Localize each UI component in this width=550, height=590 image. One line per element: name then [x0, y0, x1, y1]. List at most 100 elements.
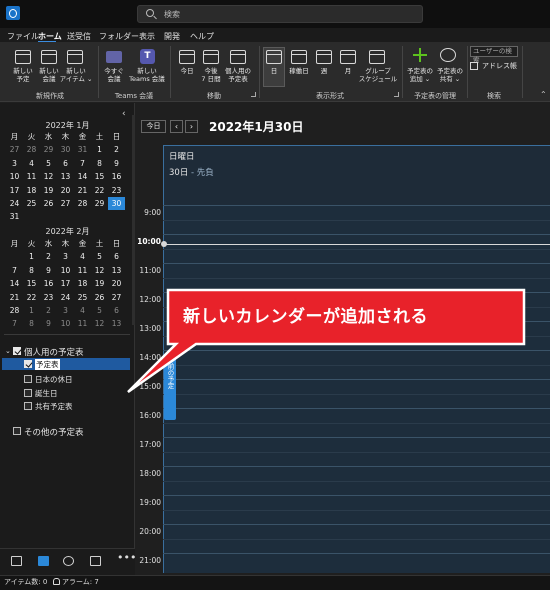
date-cell[interactable]: 1 [23, 250, 40, 263]
next-button[interactable]: › [185, 120, 198, 133]
date-cell[interactable]: 12 [91, 264, 108, 277]
meet-now-button[interactable]: 今すぐ 会議 [99, 67, 129, 83]
group-checkbox[interactable] [13, 427, 21, 435]
mail-icon[interactable] [11, 556, 22, 566]
date-cell[interactable]: 24 [6, 197, 23, 210]
date-cell[interactable]: 18 [74, 277, 91, 290]
calendar-checkbox[interactable] [24, 375, 32, 383]
date-cell[interactable]: 1 [91, 143, 108, 156]
date-cell[interactable]: 10 [6, 170, 23, 183]
address-book-button[interactable]: アドレス帳 [482, 61, 517, 71]
date-cell[interactable]: 5 [40, 157, 57, 170]
date-cell[interactable]: 11 [74, 264, 91, 277]
date-cell[interactable]: 2 [40, 250, 57, 263]
date-cell[interactable]: 24 [57, 291, 74, 304]
date-cell[interactable]: 4 [74, 304, 91, 317]
calendar-checkbox[interactable] [24, 360, 32, 368]
group-checkbox[interactable] [13, 347, 21, 355]
ribbon-collapse-icon[interactable]: ⌃ [540, 90, 547, 99]
date-cell[interactable]: 17 [57, 277, 74, 290]
personal-calendar-button[interactable]: 個人用の 予定表 [220, 67, 256, 83]
date-cell[interactable]: 17 [6, 184, 23, 197]
date-cell[interactable]: 1 [23, 304, 40, 317]
date-cell[interactable]: 20 [57, 184, 74, 197]
date-cell[interactable]: 31 [74, 143, 91, 156]
dialog-launcher-icon[interactable] [394, 92, 399, 97]
date-cell[interactable]: 14 [74, 170, 91, 183]
date-cell[interactable]: 10 [57, 317, 74, 330]
day-header[interactable] [163, 145, 550, 205]
date-cell[interactable]: 11 [23, 170, 40, 183]
date-cell[interactable]: 3 [6, 157, 23, 170]
date-cell[interactable]: 28 [6, 304, 23, 317]
date-cell[interactable]: 12 [40, 170, 57, 183]
tab-file[interactable]: ファイル [7, 31, 39, 42]
date-cell[interactable]: 28 [74, 197, 91, 210]
date-cell[interactable]: 9 [108, 157, 125, 170]
calendar-checkbox[interactable] [24, 402, 32, 410]
date-cell[interactable]: 22 [91, 184, 108, 197]
calendar-item-selected[interactable] [2, 358, 130, 370]
date-cell[interactable]: 7 [6, 264, 23, 277]
date-cell[interactable]: 8 [23, 264, 40, 277]
tab-send-receive[interactable]: 送受信 [67, 31, 91, 42]
date-cell[interactable]: 22 [23, 291, 40, 304]
calendar-item-label[interactable]: 予定表 [35, 359, 60, 370]
calendar-item-label[interactable]: 誕生日 [35, 388, 58, 399]
date-cell[interactable]: 16 [40, 277, 57, 290]
week-button[interactable]: 週 [314, 67, 334, 75]
date-cell[interactable]: 6 [57, 157, 74, 170]
date-cell[interactable]: 25 [74, 291, 91, 304]
date-cell[interactable]: 21 [6, 291, 23, 304]
date-cell[interactable]: 18 [23, 184, 40, 197]
date-cell[interactable]: 8 [23, 317, 40, 330]
new-teams-meeting-button[interactable]: 新しい Teams 会議 [126, 67, 168, 83]
tasks-icon[interactable] [90, 556, 101, 566]
date-cell[interactable]: 26 [40, 197, 57, 210]
date-cell[interactable]: 28 [23, 143, 40, 156]
more-icon[interactable]: ••• [117, 551, 136, 564]
date-cell[interactable]: 26 [91, 291, 108, 304]
date-cell[interactable]: 31 [6, 210, 23, 223]
date-cell[interactable]: 19 [91, 277, 108, 290]
tab-view[interactable]: 表示 [139, 31, 155, 42]
date-cell[interactable]: 2 [108, 143, 125, 156]
month-button[interactable]: 月 [338, 67, 358, 75]
date-cell[interactable]: 27 [6, 143, 23, 156]
group-other-calendars[interactable]: その他の予定表 [24, 426, 84, 438]
collapse-pane-icon[interactable]: ‹ [122, 109, 126, 119]
previous-button[interactable]: ‹ [170, 120, 183, 133]
date-cell[interactable]: 29 [40, 143, 57, 156]
date-cell[interactable]: 2 [40, 304, 57, 317]
date-cell[interactable]: 7 [6, 317, 23, 330]
user-search-input[interactable]: ユーザーの検索 [470, 46, 518, 64]
tab-developer[interactable]: 開発 [164, 31, 180, 42]
people-icon[interactable] [63, 556, 74, 566]
dialog-launcher-icon[interactable] [251, 92, 256, 97]
calendar-checkbox[interactable] [24, 389, 32, 397]
date-cell[interactable]: 15 [23, 277, 40, 290]
date-cell[interactable]: 13 [57, 170, 74, 183]
date-cell[interactable]: 14 [6, 277, 23, 290]
group-personal-calendars[interactable]: 個人用の予定表 [24, 346, 84, 358]
date-cell[interactable]: 12 [91, 317, 108, 330]
date-cell-selected[interactable]: 30 [108, 196, 125, 211]
work-week-button[interactable]: 稼働日 [285, 67, 313, 75]
today-button[interactable]: 今日 [141, 120, 166, 133]
calendar-item-label[interactable]: 共有予定表 [35, 401, 73, 412]
schedule-view-button[interactable]: グループ スケジュール [358, 67, 398, 83]
date-cell[interactable]: 8 [91, 157, 108, 170]
date-cell[interactable]: 10 [57, 264, 74, 277]
search-input[interactable]: 検索 [137, 5, 423, 23]
date-cell[interactable]: 4 [74, 250, 91, 263]
date-cell[interactable]: 27 [57, 197, 74, 210]
share-calendar-button[interactable]: 予定表の 共有 ⌄ [433, 67, 467, 83]
date-cell[interactable]: 29 [91, 197, 108, 210]
date-cell[interactable]: 23 [108, 184, 125, 197]
date-cell[interactable]: 25 [23, 197, 40, 210]
date-cell[interactable]: 7 [74, 157, 91, 170]
date-cell[interactable]: 16 [108, 170, 125, 183]
date-cell[interactable]: 15 [91, 170, 108, 183]
date-cell[interactable]: 19 [40, 184, 57, 197]
date-cell[interactable]: 4 [23, 157, 40, 170]
